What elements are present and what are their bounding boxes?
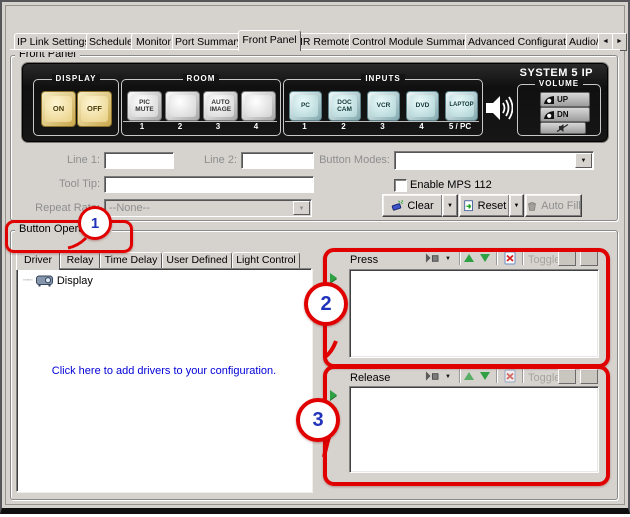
mute-speaker-icon bbox=[555, 124, 571, 132]
hw-auto-image-button[interactable]: AUTOIMAGE bbox=[203, 91, 238, 121]
tree-node-label: Display bbox=[57, 275, 93, 287]
volume-knob-icon bbox=[543, 110, 555, 120]
hw-room-label: ROOM bbox=[183, 74, 220, 83]
callout-2: 2 bbox=[304, 282, 348, 326]
hw-volume-group: VOLUME UP DN bbox=[517, 84, 601, 136]
hw-display-label: DISPLAY bbox=[52, 74, 101, 83]
button-modes-combobox[interactable]: ▼ bbox=[394, 151, 594, 170]
speaker-icon bbox=[485, 93, 513, 123]
line1-label: Line 1: bbox=[42, 154, 100, 166]
auto-fill-button-label: Auto Fill bbox=[541, 200, 581, 212]
button-modes-dropdown-arrow[interactable]: ▼ bbox=[575, 153, 592, 168]
hw-pic-label: PIC bbox=[139, 99, 150, 106]
hw-auto-label: AUTO bbox=[211, 99, 229, 106]
hw-room-numbers: 12 34 bbox=[123, 121, 277, 131]
reset-button[interactable]: Reset bbox=[459, 194, 510, 217]
tab-schedule[interactable]: Schedule bbox=[86, 33, 135, 50]
scroll-left-icon: ◄ bbox=[602, 38, 609, 45]
tool-tip-input[interactable] bbox=[104, 176, 314, 193]
callout-1: 1 bbox=[78, 206, 112, 240]
hw-image-label: IMAGE bbox=[210, 106, 231, 113]
tab-time-delay[interactable]: Time Delay bbox=[100, 252, 162, 269]
hw-room-blank4-button[interactable] bbox=[241, 91, 276, 121]
tab-advanced-configuration[interactable]: Advanced Configuration bbox=[465, 33, 570, 50]
line2-label: Line 2: bbox=[182, 154, 237, 166]
system-name-label: SYSTEM 5 IP bbox=[520, 67, 593, 79]
tool-tip-label: Tool Tip: bbox=[42, 178, 100, 190]
clear-button[interactable]: Clear bbox=[382, 194, 443, 217]
tab-port-summary[interactable]: Port Summary bbox=[172, 33, 242, 50]
reset-page-icon bbox=[463, 199, 475, 212]
tab-ir-remote[interactable]: IR Remote bbox=[297, 33, 353, 50]
driver-tree-panel[interactable]: ┄┄ Display Click here to add drivers to … bbox=[16, 268, 312, 492]
hw-volume-down-button[interactable]: DN bbox=[540, 107, 590, 122]
scroll-right-icon: ► bbox=[616, 38, 623, 45]
tab-relay[interactable]: Relay bbox=[60, 252, 100, 269]
hw-input-vcr-button[interactable]: VCR bbox=[367, 91, 400, 121]
hw-display-off-button[interactable]: OFF bbox=[77, 91, 112, 127]
tree-line: ┄┄ bbox=[23, 275, 32, 286]
hw-input-dvd-button[interactable]: DVD bbox=[406, 91, 439, 121]
repeat-rate-combobox: --None-- ▼ bbox=[104, 199, 312, 217]
line1-input[interactable] bbox=[104, 152, 174, 169]
hw-inputs-numbers: 12 34 5 / PC bbox=[285, 121, 479, 131]
hardware-panel-graphic: SYSTEM 5 IP DISPLAY ON OFF ROOM PICMUTE … bbox=[22, 63, 608, 142]
tab-user-defined[interactable]: User Defined bbox=[162, 252, 232, 269]
hw-input-doc-cam-button[interactable]: DOCCAM bbox=[328, 91, 361, 121]
hw-room-blank2-button[interactable] bbox=[165, 91, 200, 121]
tree-node-display[interactable]: ┄┄ Display bbox=[17, 269, 311, 287]
tab-monitor[interactable]: Monitor bbox=[131, 33, 176, 50]
tab-front-panel[interactable]: Front Panel bbox=[238, 30, 301, 51]
clear-options-arrow-button[interactable]: ▼ bbox=[442, 194, 458, 217]
hw-pic-mute-button[interactable]: PICMUTE bbox=[127, 91, 162, 121]
clear-button-label: Clear bbox=[407, 200, 433, 212]
hw-input-pc-button[interactable]: PC bbox=[289, 91, 322, 121]
repeat-rate-dropdown-arrow: ▼ bbox=[293, 201, 310, 215]
auto-fill-bucket-icon bbox=[526, 200, 538, 212]
chevron-down-icon: ▼ bbox=[514, 203, 520, 209]
volume-knob-icon bbox=[543, 95, 555, 105]
enable-mps-checkbox[interactable] bbox=[394, 179, 407, 192]
reset-button-label: Reset bbox=[478, 200, 507, 212]
hw-inputs-label: INPUTS bbox=[361, 74, 404, 83]
hw-input-laptop-button[interactable]: LAPTOP bbox=[445, 91, 478, 121]
annotation-rect-release bbox=[323, 365, 610, 486]
hw-volume-up-button[interactable]: UP bbox=[540, 92, 590, 107]
tab-driver[interactable]: Driver bbox=[16, 250, 60, 270]
line2-input[interactable] bbox=[241, 152, 314, 169]
hw-mute-label: MUTE bbox=[135, 106, 153, 113]
auto-fill-button: Auto Fill bbox=[525, 194, 582, 217]
tab-control-module-summary[interactable]: Control Module Summary bbox=[349, 33, 469, 50]
chevron-down-icon: ▼ bbox=[581, 158, 587, 164]
button-modes-label: Button Modes: bbox=[314, 154, 390, 166]
enable-mps-label: Enable MPS 112 bbox=[410, 179, 492, 191]
annotation-rect-button-operations bbox=[5, 220, 133, 253]
annotation-rect-press bbox=[323, 248, 610, 368]
chevron-down-icon: ▼ bbox=[447, 203, 453, 209]
hw-mute-button[interactable] bbox=[540, 122, 586, 134]
clear-eraser-icon bbox=[391, 199, 404, 212]
tab-light-control[interactable]: Light Control bbox=[232, 252, 300, 269]
hw-volume-label: VOLUME bbox=[535, 79, 583, 88]
display-device-icon bbox=[36, 274, 53, 287]
hw-off-label: OFF bbox=[87, 104, 102, 113]
hw-display-on-button[interactable]: ON bbox=[41, 91, 76, 127]
add-drivers-link[interactable]: Click here to add drivers to your config… bbox=[17, 365, 311, 377]
callout-3: 3 bbox=[296, 398, 340, 442]
tab-pane-edge bbox=[10, 49, 620, 52]
app-window: IP Link Settings Schedule Monitor Port S… bbox=[0, 0, 630, 514]
reset-options-arrow-button[interactable]: ▼ bbox=[509, 194, 524, 217]
hw-on-label: ON bbox=[53, 104, 64, 113]
chevron-down-icon: ▼ bbox=[299, 206, 305, 212]
